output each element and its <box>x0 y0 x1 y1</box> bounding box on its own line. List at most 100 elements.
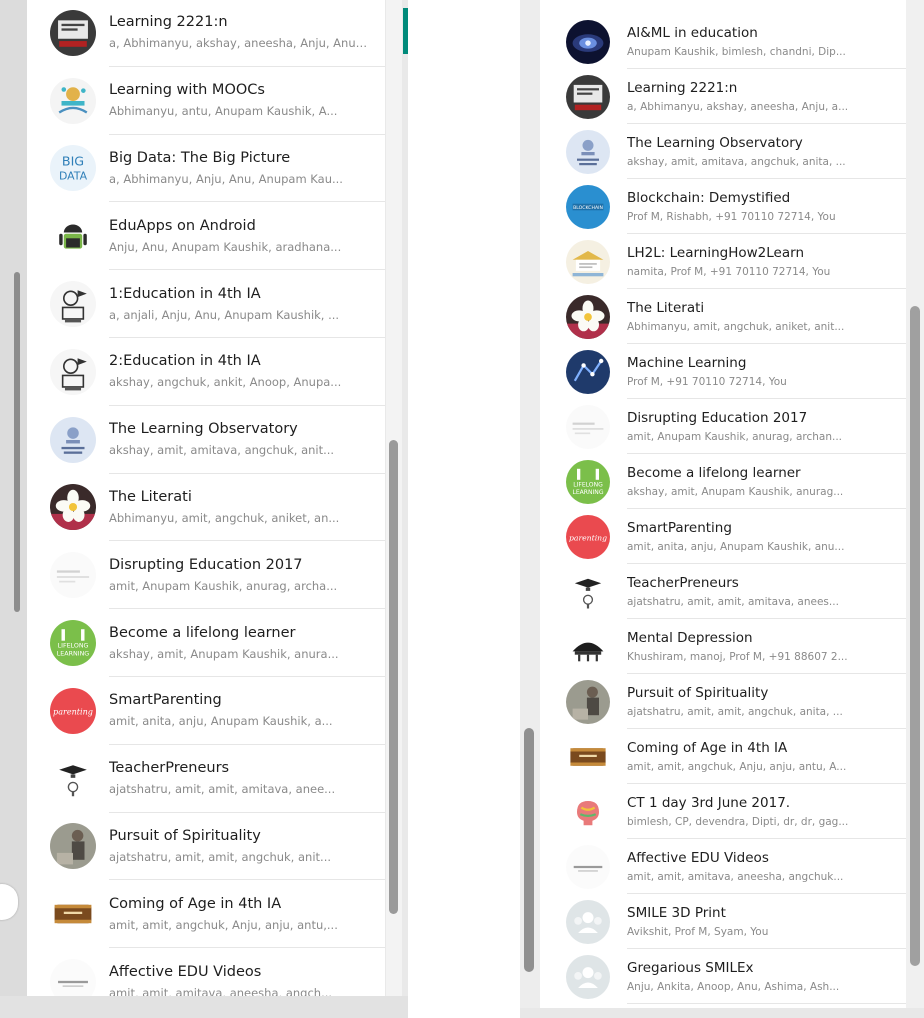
disrupting-avatar-icon <box>566 404 610 449</box>
chat-members: Abhimanyu, amit, angchuk, aniket, an... <box>109 510 340 525</box>
chat-list-item[interactable]: BIG DATA Big Data: The Big Picture a, Abh… <box>27 135 385 203</box>
chat-list-item[interactable]: EduApps on Android Anju, Anu, Anupam Kau… <box>27 202 385 271</box>
parenting-avatar-icon: parenting <box>566 514 610 559</box>
flower-avatar-icon <box>566 294 610 339</box>
chat-name: The Learning Observatory <box>109 421 298 438</box>
left-bottom-bar <box>0 996 408 1018</box>
chat-list-item[interactable]: The Literati Abhimanyu, amit, angchuk, a… <box>540 289 906 344</box>
left-gutter-scrollbar[interactable] <box>14 272 20 612</box>
chat-members: amit, amit, angchuk, Anju, anju, antu,..… <box>109 917 338 932</box>
chat-name: Coming of Age in 4th IA <box>627 739 788 756</box>
chat-members: Prof M, Rishabh, +91 70110 72714, You <box>627 210 836 223</box>
ai-ml-avatar-icon <box>566 19 610 64</box>
chat-list-item[interactable]: LH2L: LearningHow2Learn namita, Prof M, … <box>540 234 906 289</box>
chat-members: Anju, Anu, Anupam Kaushik, aradhana... <box>109 239 342 254</box>
mental-depression-avatar-icon <box>566 624 610 669</box>
chat-members: bimlesh, CP, devendra, Dipti, dr, dr, ga… <box>627 815 849 828</box>
chat-list-item[interactable]: Affective EDU Videos amit, amit, amitava… <box>27 948 385 996</box>
svg-text:LIFELONG: LIFELONG <box>573 481 603 488</box>
chat-members: akshay, angchuk, ankit, Anoop, Anupa... <box>109 375 342 390</box>
chat-name: Affective EDU Videos <box>109 963 262 980</box>
chat-list-item[interactable]: parenting SmartParenting amit, anita, an… <box>540 509 906 564</box>
chat-list-item[interactable]: Learning with MOOCs Abhimanyu, antu, Anu… <box>27 67 385 135</box>
right-gutter-scrollbar[interactable] <box>524 728 534 972</box>
chat-name: Learning 2221:n <box>109 14 228 31</box>
lh2l-avatar-icon <box>566 239 610 284</box>
chat-members: ajatshatru, amit, amit, amitava, anee... <box>109 782 336 797</box>
parenting-avatar-icon: parenting <box>50 687 96 734</box>
android-avatar-icon <box>50 213 96 260</box>
chat-members: Anju, Ankita, Anoop, Anu, Ashima, Ash... <box>627 980 840 993</box>
chat-members: akshay, amit, Anupam Kaushik, anurag... <box>627 485 844 498</box>
chat-list-item[interactable]: Coming of Age in 4th IA amit, amit, angc… <box>540 729 906 784</box>
chat-name: Coming of Age in 4th IA <box>109 895 282 912</box>
svg-text:LIFELONG: LIFELONG <box>58 643 89 650</box>
chat-name: The Learning Observatory <box>627 134 803 151</box>
ct-brain-avatar-icon <box>566 789 610 834</box>
left-scrollbar-thumb[interactable] <box>389 440 398 914</box>
chat-list-item[interactable]: TeacherPreneurs ajatshatru, amit, amit, … <box>27 745 385 813</box>
chat-list-item[interactable]: The Literati Abhimanyu, amit, angchuk, a… <box>27 474 385 542</box>
affective-avatar-icon <box>50 959 96 996</box>
chat-name: TeacherPreneurs <box>627 574 739 591</box>
chat-name: Big Data: The Big Picture <box>109 149 291 166</box>
chat-list-item[interactable]: SMILE 3D Print Avikshit, Prof M, Syam, Y… <box>540 894 906 949</box>
chat-members: amit, Anupam Kaushik, anurag, archa... <box>109 578 338 593</box>
svg-text:BLOCKCHAIN: BLOCKCHAIN <box>573 205 603 211</box>
chat-list-item[interactable]: Affective EDU Videos amit, amit, amitava… <box>540 839 906 894</box>
chat-list-item[interactable]: 2:Education in 4th IA akshay, angchuk, a… <box>27 338 385 406</box>
chat-list-item[interactable]: AI&ML in education Anupam Kaushik, bimle… <box>540 14 906 69</box>
chat-list-item[interactable]: The Learning Observatory akshay, amit, a… <box>27 406 385 474</box>
chat-members: amit, amit, amitava, aneesha, angch... <box>109 985 333 996</box>
chat-name: Pursuit of Spirituality <box>627 684 769 701</box>
coming-of-age-avatar-icon <box>50 891 96 938</box>
chat-members: Anupam Kaushik, bimlesh, chandni, Dip... <box>627 45 846 58</box>
chat-name: 1:Education in 4th IA <box>109 285 261 302</box>
chat-list-item[interactable]: LIFELONG LEARNING Become a lifelong learn… <box>27 609 385 677</box>
chat-list-item[interactable]: BLOCKCHAIN Blockchain: Demystified Prof … <box>540 179 906 234</box>
machine-learning-avatar-icon <box>566 349 610 394</box>
chat-list-item[interactable]: Coming of Age in 4th IA amit, amit, angc… <box>27 880 385 949</box>
chat-name: Machine Learning <box>627 354 747 371</box>
mooc-avatar-icon <box>50 77 96 124</box>
chat-name: Disrupting Education 2017 <box>627 409 808 426</box>
blockchain-avatar-icon: BLOCKCHAIN <box>566 184 610 229</box>
chat-list-item[interactable]: CT 1 day 3rd June 2017. bimlesh, CP, dev… <box>540 784 906 839</box>
chat-list-item[interactable]: LIFELONG LEARNING Become a lifelong learn… <box>540 454 906 509</box>
chat-members: amit, Anupam Kaushik, anurag, archan... <box>627 430 843 443</box>
chat-list-item[interactable]: Gregarious SMILEx Anju, Ankita, Anoop, A… <box>540 949 906 1004</box>
chat-members: a, anjali, Anju, Anu, Anupam Kaushik, ..… <box>109 307 340 322</box>
spirituality-avatar-icon <box>566 679 610 724</box>
lifelong-green-avatar-icon: LIFELONG LEARNING <box>566 459 610 504</box>
lifelong-learner-avatar-icon <box>50 416 96 463</box>
flower-avatar-icon <box>50 484 96 531</box>
svg-text:BIG: BIG <box>62 154 84 169</box>
left-chat-list: Learning 2221:n a, Abhimanyu, akshay, an… <box>27 0 385 996</box>
chat-name: SmartParenting <box>109 692 222 709</box>
chat-list-item[interactable]: Pursuit of Spirituality ajatshatru, amit… <box>27 813 385 881</box>
chat-list-item[interactable]: TeacherPreneurs ajatshatru, amit, amit, … <box>540 564 906 619</box>
chat-members: a, Abhimanyu, akshay, aneesha, Anju, a..… <box>627 100 849 113</box>
chat-list-item[interactable]: Mental Depression Khushiram, manoj, Prof… <box>540 619 906 674</box>
chat-list-item[interactable]: parenting SmartParenting amit, anita, an… <box>27 677 385 745</box>
chat-members: Abhimanyu, antu, Anupam Kaushik, A... <box>109 104 338 119</box>
chat-list-item[interactable]: Disrupting Education 2017 amit, Anupam K… <box>540 399 906 454</box>
chat-list-item[interactable]: Pursuit of Spirituality ajatshatru, amit… <box>540 674 906 729</box>
coming-of-age-avatar-icon <box>566 734 610 779</box>
chat-members: ajatshatru, amit, amit, angchuk, anit... <box>109 849 332 864</box>
teacherpreneur-avatar-icon <box>50 755 96 802</box>
right-scrollbar-thumb[interactable] <box>910 306 920 966</box>
chat-members: akshay, amit, amitava, angchuk, anita, .… <box>627 155 846 168</box>
chat-name: SmartParenting <box>627 519 732 536</box>
chat-list-item[interactable]: Machine Learning Prof M, +91 70110 72714… <box>540 344 906 399</box>
chat-list-item[interactable]: Disrupting Education 2017 amit, Anupam K… <box>27 541 385 610</box>
chat-name: Learning 2221:n <box>627 79 738 96</box>
chat-name: CT 1 day 3rd June 2017. <box>627 794 791 811</box>
chat-list-item[interactable]: The Learning Observatory akshay, amit, a… <box>540 124 906 179</box>
chat-list-item[interactable]: 1:Education in 4th IA a, anjali, Anju, A… <box>27 270 385 338</box>
learning-2221-avatar-icon <box>50 9 96 56</box>
chat-name: SMILE 3D Print <box>627 904 726 921</box>
chat-list-item[interactable]: Learning 2221:n a, Abhimanyu, akshay, an… <box>540 69 906 124</box>
chat-name: 2:Education in 4th IA <box>109 353 261 370</box>
chat-list-item[interactable]: Learning 2221:n a, Abhimanyu, akshay, an… <box>27 0 385 67</box>
